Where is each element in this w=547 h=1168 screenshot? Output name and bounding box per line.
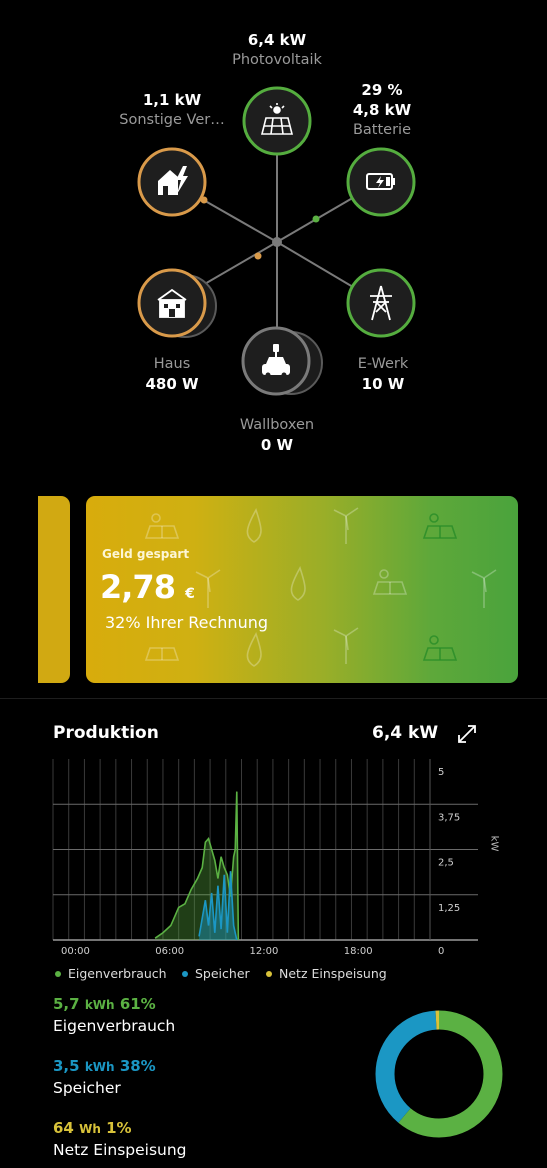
production-title: Produktion — [53, 723, 159, 743]
stat-unit: kWh — [84, 998, 115, 1012]
stat-name: Speicher — [53, 1079, 121, 1097]
batterie-percent: 29 % — [361, 81, 403, 99]
stat-name: Eigenverbrauch — [53, 1017, 176, 1035]
batterie-node[interactable] — [346, 147, 416, 217]
legend-netz: Netz Einspeisung — [266, 966, 387, 981]
ewerk-name: E-Werk — [357, 356, 409, 372]
ewerk-node[interactable] — [346, 268, 416, 338]
wallboxen-label: Wallboxen 0 W — [197, 415, 357, 455]
savings-subtitle: 32% Ihrer Rechnung — [105, 613, 268, 632]
legend-label: Eigenverbrauch — [68, 966, 167, 981]
x-tick-label: 06:00 — [155, 946, 184, 957]
previous-card[interactable] — [38, 496, 70, 683]
flow-dot-batterie — [312, 215, 320, 223]
stat-value: 5,7 — [53, 995, 80, 1013]
batterie-label: 29 % 4,8 kW Batterie — [302, 80, 462, 140]
section-divider — [0, 698, 547, 699]
savings-amount: 2,78 € — [100, 568, 195, 606]
flow-dot-haus — [254, 252, 262, 260]
haus-value: 480 W — [145, 375, 199, 393]
legend-eigenverbrauch: Eigenverbrauch — [55, 966, 167, 981]
x-tick-label: 00:00 — [61, 946, 90, 957]
stat-line: 5,7 kWh 61% — [53, 995, 175, 1013]
haus-label: Haus 480 W — [92, 354, 252, 394]
stat-percent: 1% — [106, 1119, 132, 1137]
stat-netz: 64 Wh 1% Netz Einspeisung — [53, 1119, 187, 1159]
batterie-value: 4,8 kW — [352, 101, 412, 119]
ewerk-label: E-Werk 10 W — [303, 354, 463, 394]
photovoltaik-node[interactable] — [242, 86, 312, 156]
stat-eigenverbrauch: 5,7 kWh 61% Eigenverbrauch — [53, 995, 175, 1035]
wallboxen-value: 0 W — [260, 436, 294, 454]
expand-icon[interactable] — [455, 722, 479, 746]
y-tick-label: 1,25 — [438, 903, 460, 914]
sonstige-node[interactable] — [137, 147, 207, 217]
stat-line: 3,5 kWh 38% — [53, 1057, 156, 1075]
y-tick-label: 5 — [438, 767, 444, 778]
stat-unit: kWh — [84, 1060, 115, 1074]
production-value: 6,4 kW — [372, 723, 439, 743]
stat-percent: 61% — [119, 995, 156, 1013]
stat-speicher: 3,5 kWh 38% Speicher — [53, 1057, 156, 1097]
ewerk-value: 10 W — [361, 375, 405, 393]
legend-label: Speicher — [195, 966, 250, 981]
stat-percent: 38% — [119, 1057, 156, 1075]
legend-dot — [182, 970, 188, 977]
y-tick-label: 3,75 — [438, 812, 460, 823]
x-tick-label: 12:00 — [250, 946, 279, 957]
haus-name: Haus — [153, 356, 191, 372]
sonstige-value: 1,1 kW — [142, 91, 202, 109]
savings-card[interactable]: Geld gespart 2,78 € 32% Ihrer Rechnung — [86, 496, 518, 683]
y-tick-label: 2,5 — [438, 858, 454, 869]
photovoltaik-label: 6,4 kW Photovoltaik — [197, 30, 357, 70]
legend-speicher: Speicher — [182, 966, 250, 981]
savings-currency: € — [185, 586, 195, 602]
sonstige-label: 1,1 kW Sonstige Ver… — [92, 90, 252, 130]
photovoltaik-value: 6,4 kW — [247, 31, 307, 49]
batterie-name: Batterie — [352, 122, 412, 138]
energy-flow-graphic — [137, 86, 416, 396]
stat-unit: Wh — [79, 1122, 101, 1136]
stat-line: 64 Wh 1% — [53, 1119, 187, 1137]
legend-label: Netz Einspeisung — [279, 966, 387, 981]
photovoltaik-name: Photovoltaik — [232, 52, 322, 68]
savings-title: Geld gespart — [102, 547, 190, 561]
wallboxen-node[interactable] — [241, 326, 311, 396]
stat-value: 3,5 — [53, 1057, 80, 1075]
x-tick-label: 18:00 — [344, 946, 373, 957]
legend-dot — [55, 970, 61, 977]
chart-unit-label: kW — [488, 835, 500, 852]
energy-flow-diagram: 6,4 kW Photovoltaik 29 % 4,8 kW Batterie… — [0, 0, 547, 470]
stat-name: Netz Einspeisung — [53, 1141, 187, 1159]
production-donut — [375, 1010, 503, 1138]
sonstige-name: Sonstige Ver… — [119, 112, 225, 128]
wallboxen-name: Wallboxen — [239, 417, 315, 433]
stat-value: 64 — [53, 1119, 74, 1137]
haus-node[interactable] — [137, 268, 207, 338]
production-chart: 00:00 06:00 12:00 18:00 5 3,75 2,5 1,25 0 — [52, 759, 478, 957]
savings-amount-value: 2,78 — [100, 568, 176, 606]
legend-dot — [266, 970, 272, 977]
y-tick-label: 0 — [438, 946, 444, 957]
